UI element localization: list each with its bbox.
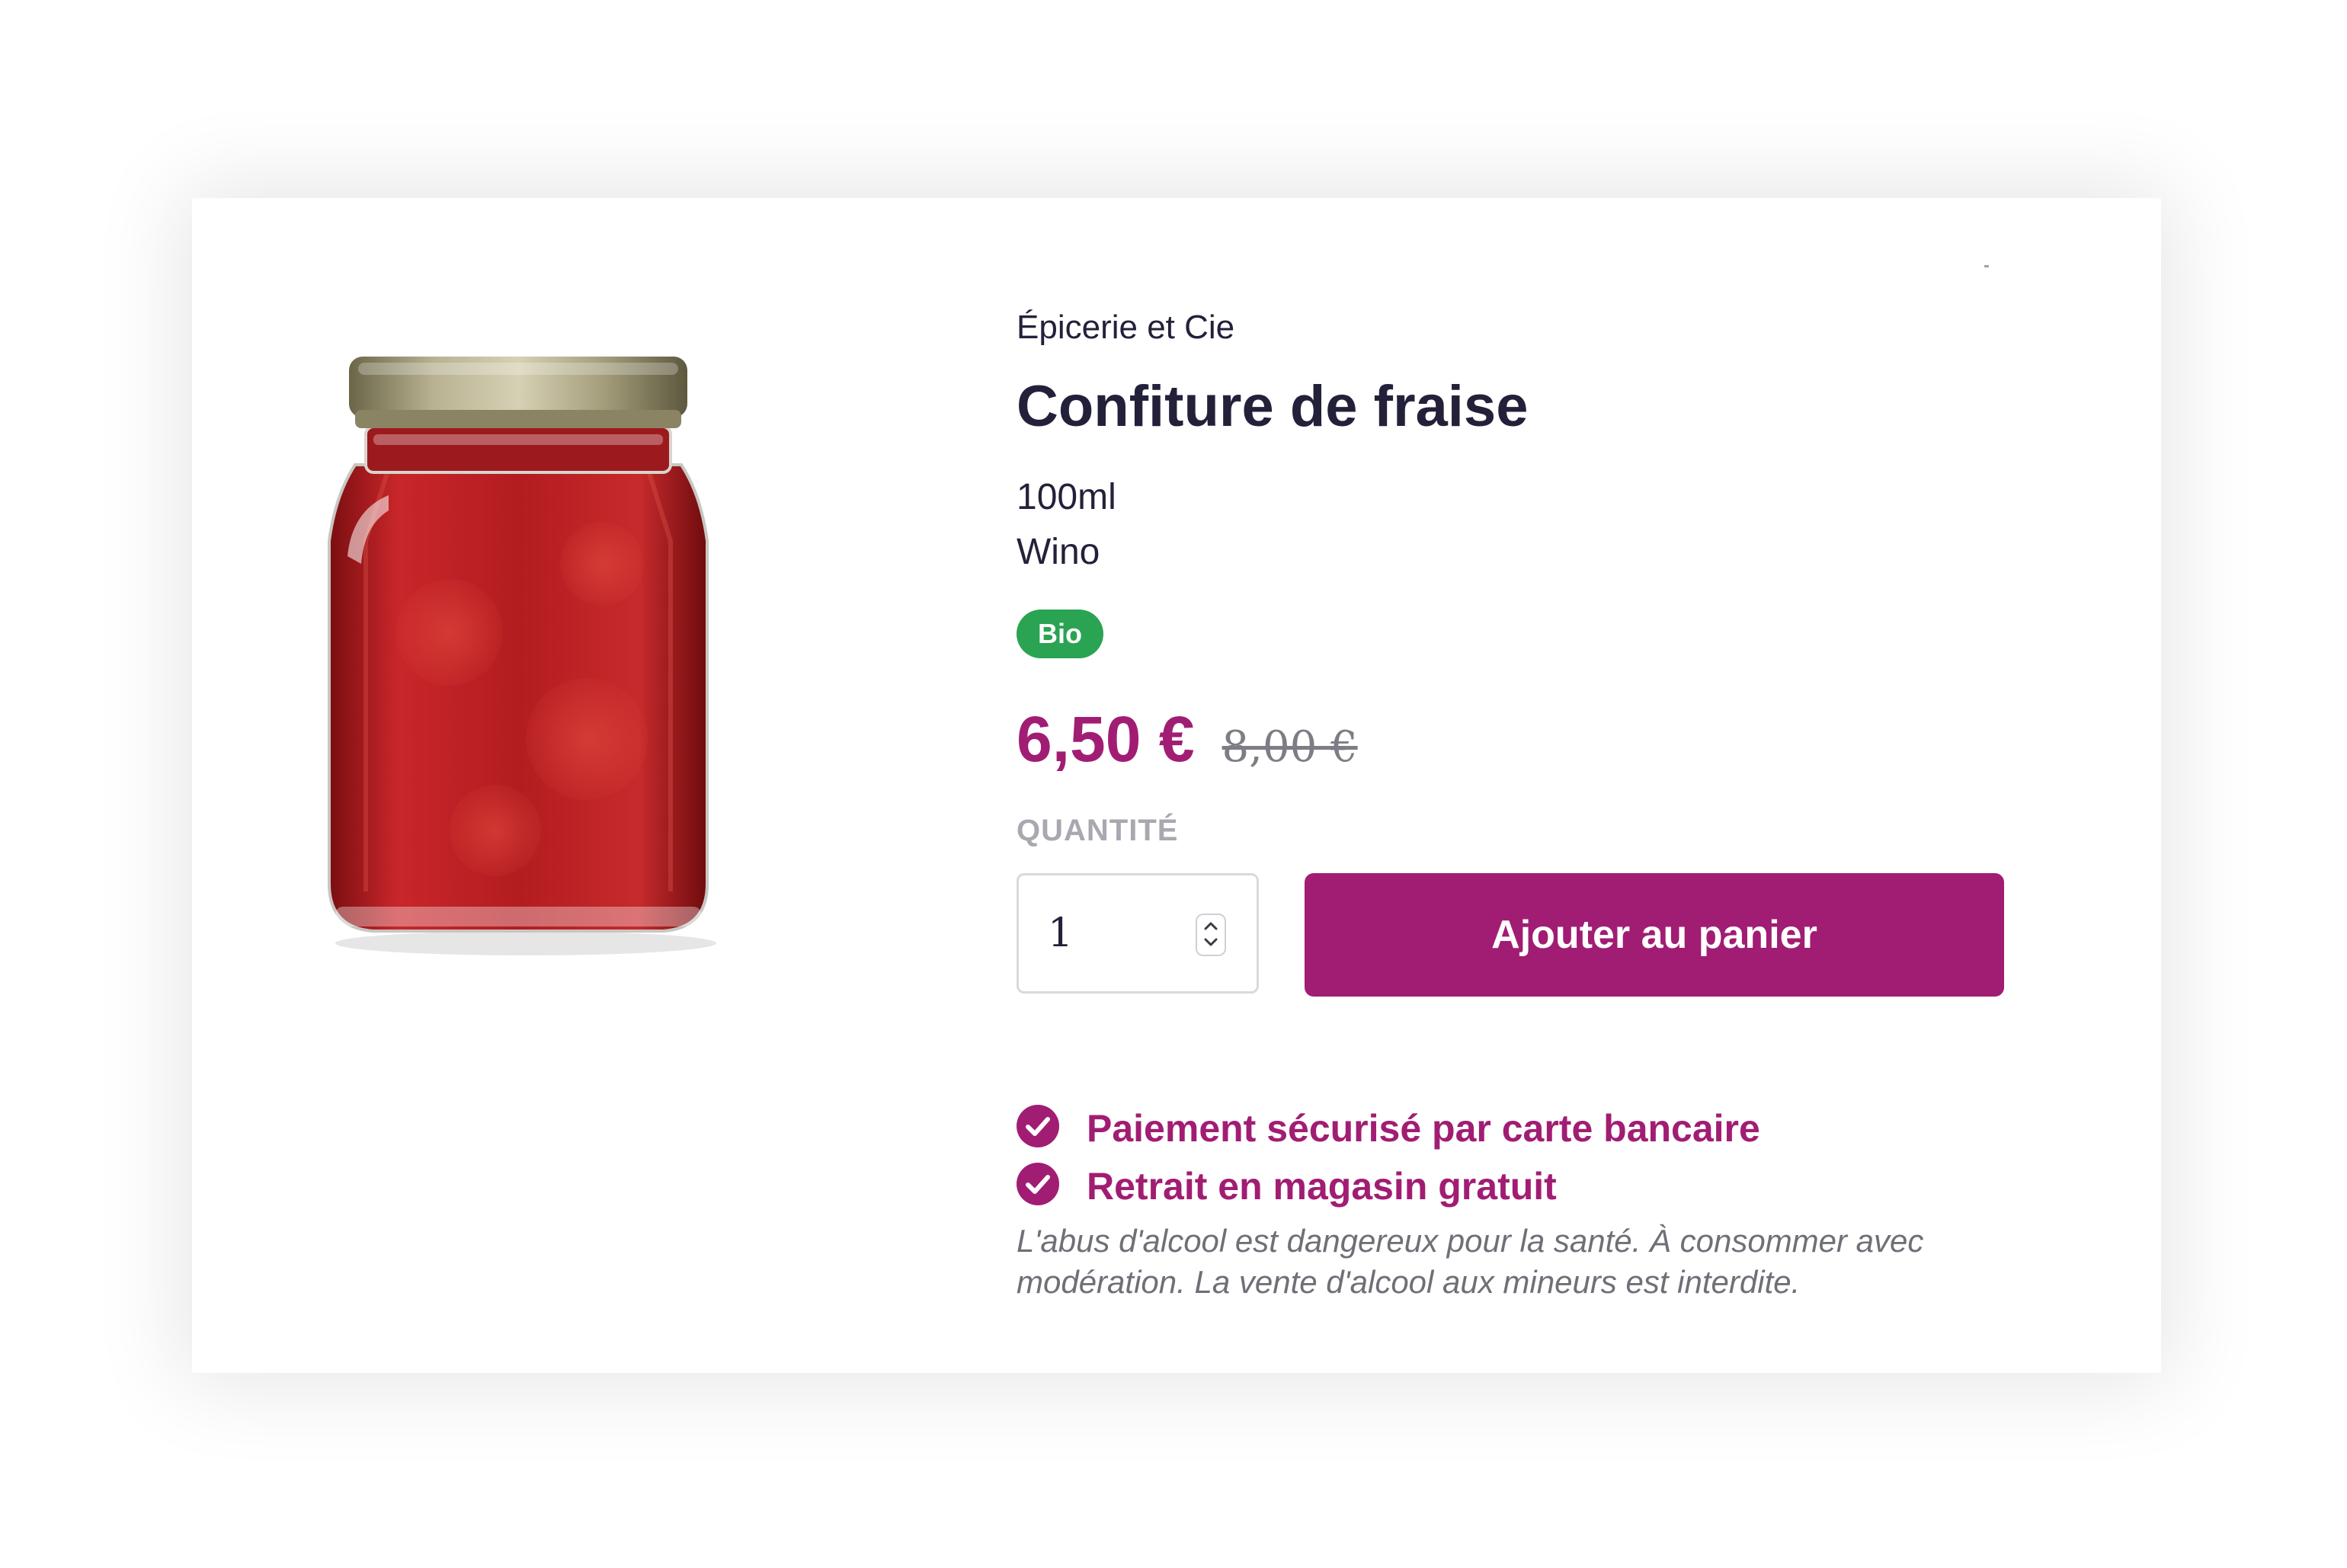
check-circle-icon	[1017, 1105, 1059, 1147]
quantity-label: QUANTITÉ	[1017, 814, 1179, 847]
chevron-up-icon[interactable]	[1203, 921, 1218, 930]
product-size: 100ml	[1017, 477, 1116, 517]
sale-price: 6,50 €	[1017, 703, 1195, 775]
add-to-cart-button[interactable]: Ajouter au panier	[1305, 873, 2004, 997]
quantity-stepper-control[interactable]	[1196, 914, 1226, 956]
alcohol-disclaimer: L'abus d'alcool est dangereux pour la sa…	[1017, 1223, 1924, 1300]
compare-at-price: 8,00 €	[1222, 722, 1358, 772]
quantity-input[interactable]	[1048, 875, 1185, 991]
product-image	[328, 357, 716, 955]
chevron-down-icon[interactable]	[1203, 938, 1218, 947]
quantity-stepper	[1017, 873, 1259, 994]
check-circle-icon	[1017, 1163, 1059, 1205]
feature-label: Paiement sécurisé par carte bancaire	[1087, 1107, 1760, 1150]
feature-label: Retrait en magasin gratuit	[1087, 1165, 1557, 1208]
bio-badge: Bio	[1017, 610, 1103, 658]
product-title: Confiture de fraise	[1017, 374, 1529, 439]
product-brand: Wino	[1017, 532, 1100, 572]
price-row: 6,50 € 8,00 €	[1017, 702, 1358, 776]
corner-dot	[1984, 265, 1989, 267]
product-vendor: Épicerie et Cie	[1017, 309, 1235, 346]
